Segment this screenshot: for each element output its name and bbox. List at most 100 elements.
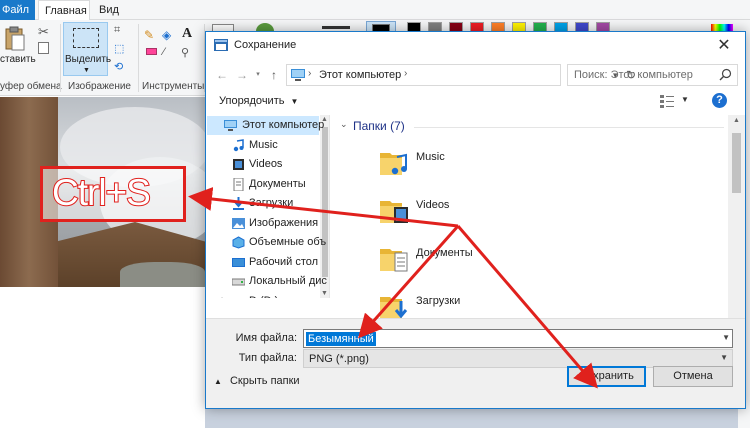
nav-item[interactable]: Music [207, 136, 319, 155]
size-icon[interactable] [322, 26, 350, 29]
back-button[interactable]: ← [214, 66, 230, 84]
nav-scrollbar[interactable]: ▲ ▼ [320, 115, 329, 298]
chevron-down-icon[interactable]: ⌄ [340, 119, 348, 130]
folder-item[interactable]: Загрузки [380, 293, 480, 318]
text-icon[interactable]: A [182, 26, 192, 42]
nav-item[interactable]: › D (D:) [207, 292, 319, 299]
nav-item-label: Этот компьютер [242, 119, 325, 131]
documents-icon [232, 177, 245, 191]
forward-button[interactable]: → [234, 66, 250, 84]
chevron-down-icon: ▾ [256, 71, 260, 78]
nav-item[interactable]: Локальный дис [207, 272, 327, 291]
nav-item[interactable]: Объемные объ [207, 233, 326, 252]
folder-item[interactable]: Music [380, 149, 480, 189]
nav-item-label: Изображения [249, 216, 319, 229]
chevron-down-icon: ▼ [290, 97, 299, 106]
scrollbar-thumb[interactable] [732, 133, 741, 193]
recent-locations-button[interactable]: ▾ [250, 66, 266, 84]
select-button-label: Выделить [65, 54, 112, 65]
save-button[interactable]: Сохранить [567, 366, 646, 387]
tab-view[interactable]: Вид [93, 0, 125, 20]
nav-item[interactable]: Videos [207, 155, 319, 174]
desktop-icon [232, 256, 245, 269]
scroll-down-icon[interactable]: ▼ [321, 290, 328, 297]
paste-icon[interactable] [4, 26, 26, 52]
pencil-icon[interactable]: ✎ [144, 28, 154, 42]
nav-item[interactable]: Изображения [207, 214, 319, 233]
chevron-down-icon[interactable]: ▼ [681, 95, 689, 104]
magnifier-icon[interactable]: ⚲ [181, 46, 189, 59]
view-options-icon[interactable] [660, 94, 674, 108]
filetype-label: Тип файла: [238, 352, 297, 364]
chevron-right-icon[interactable]: › [221, 294, 225, 299]
fill-icon[interactable]: ◈ [162, 28, 171, 42]
computer-icon [224, 119, 237, 132]
chevron-down-icon: ▼ [720, 353, 728, 362]
cut-icon[interactable]: ✂ [38, 24, 49, 40]
rotate-icon[interactable]: ⟲ [114, 60, 123, 73]
help-icon[interactable]: ? [712, 93, 727, 108]
scrollbar-thumb[interactable] [322, 127, 328, 277]
paste-button-label[interactable]: ставить [0, 54, 36, 65]
scroll-up-icon[interactable]: ▲ [733, 117, 740, 124]
chevron-down-icon: ▼ [83, 67, 90, 74]
search-input[interactable]: Поиск: Этот компьютер [567, 64, 738, 86]
3d-objects-icon [232, 236, 245, 249]
music-icon [232, 138, 245, 152]
nav-item-label: Рабочий стол [249, 255, 319, 268]
nav-item-label: Локальный дис [249, 275, 327, 287]
drive-icon [232, 295, 245, 299]
resize-icon[interactable]: ⬚ [114, 42, 124, 55]
video-icon [232, 158, 245, 171]
folder-item[interactable]: Videos [380, 197, 480, 237]
content-scrollbar[interactable]: ▲ [728, 115, 745, 318]
eraser-icon[interactable] [146, 48, 157, 55]
address-row: ← → ▾ ↑ › Этот компьютер › ▾ ↻ Поиск: Эт… [206, 60, 745, 90]
crop-icon[interactable]: ⌗ [114, 24, 120, 37]
paint-app-icon [214, 39, 228, 51]
filename-input[interactable]: Безымянный ▼ [303, 329, 733, 348]
select-icon [73, 28, 99, 48]
close-button[interactable]: ✕ [703, 32, 745, 60]
music-folder-icon [380, 153, 407, 175]
save-form: Имя файла: Безымянный ▼ Тип файла: PNG (… [206, 318, 745, 408]
tab-home[interactable]: Главная [38, 0, 90, 21]
nav-item-label: Загрузки [249, 197, 294, 209]
copy-icon[interactable] [38, 42, 49, 54]
filename-value[interactable]: Безымянный [306, 332, 376, 346]
ribbon-separator [138, 24, 139, 92]
ribbon-separator [60, 24, 61, 92]
file-list: ⌄ Папки (7) ▲ Music Videos Документы Загруз… [332, 115, 745, 318]
tab-file[interactable]: Файл [0, 0, 35, 20]
group-tools-label: Инструменты [142, 81, 205, 92]
nav-item[interactable]: Рабочий стол [207, 253, 319, 272]
folder-item[interactable]: Документы [380, 245, 480, 285]
chevron-right-icon[interactable]: › [308, 68, 311, 79]
nav-item[interactable]: Документы [207, 175, 319, 194]
hide-folders-button[interactable]: ▲ Скрыть папки [214, 375, 300, 387]
address-path[interactable]: Этот компьютер [319, 69, 401, 81]
paint-tab-bar: Файл Главная Вид [0, 0, 750, 21]
chevron-down-icon[interactable]: ▼ [722, 333, 730, 342]
folder-label: Music [416, 151, 445, 163]
dialog-title-bar[interactable]: Сохранение ✕ [206, 32, 745, 60]
documents-folder-icon [380, 249, 408, 272]
group-header[interactable]: Папки (7) [353, 119, 405, 133]
group-divider [414, 127, 724, 128]
organize-button[interactable]: Упорядочить ▼ [219, 95, 298, 107]
group-image-label: Изображение [68, 81, 131, 92]
up-button[interactable]: ↑ [266, 66, 282, 84]
dialog-title: Сохранение [234, 39, 297, 51]
nav-item[interactable]: Этот компьютер [207, 116, 324, 135]
cancel-button[interactable]: Отмена [653, 366, 733, 387]
nav-item-label: Music [249, 138, 278, 151]
downloads-folder-icon [380, 297, 408, 318]
address-bar[interactable]: › Этот компьютер › ▾ ↻ [286, 64, 636, 86]
select-button[interactable]: Выделить ▼ [63, 22, 112, 76]
chevron-up-icon: ▲ [214, 377, 222, 386]
close-icon: ✕ [717, 37, 731, 54]
chevron-right-icon[interactable]: › [404, 68, 407, 79]
color-picker-icon[interactable]: ⁄ [163, 46, 165, 58]
nav-item[interactable]: Загрузки [207, 194, 319, 213]
arrow-left-icon: ← [216, 68, 228, 82]
